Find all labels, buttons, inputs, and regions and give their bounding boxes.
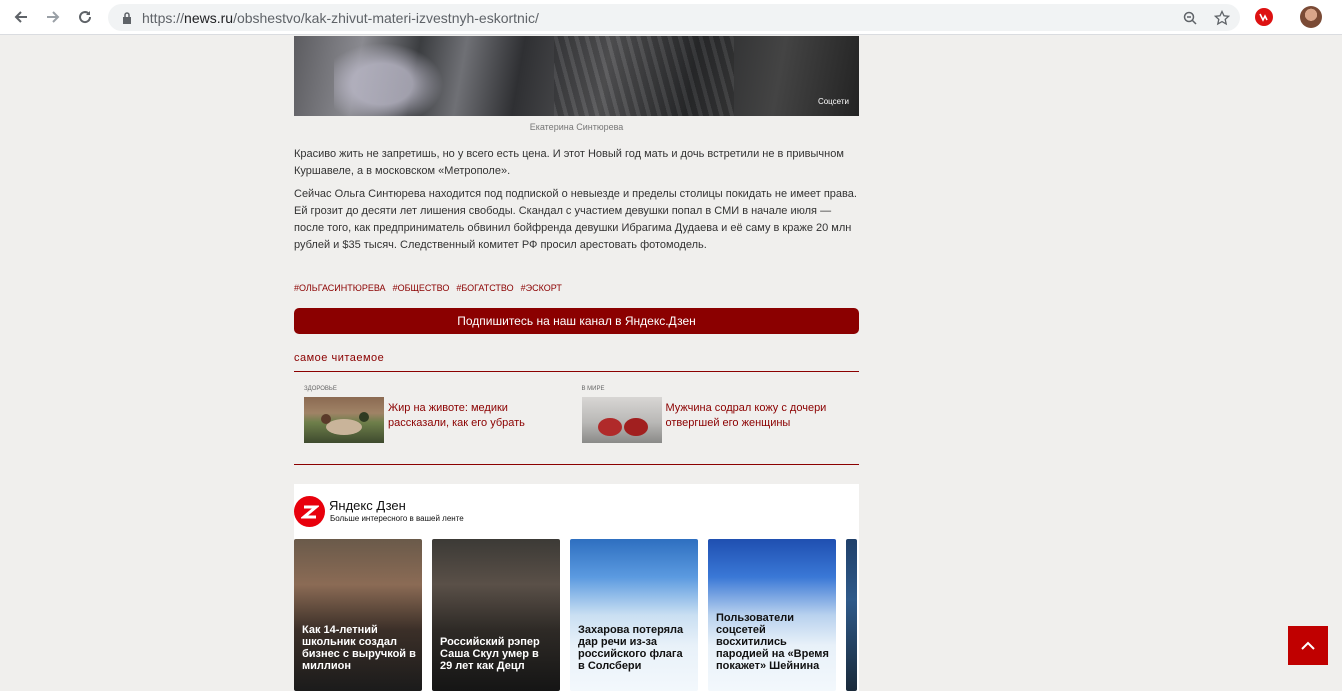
article-body: Соцсети Екатерина Синтюрева Красиво жить… [294, 36, 859, 465]
back-arrow-icon[interactable] [9, 5, 33, 29]
article-photo: Соцсети [294, 36, 859, 116]
photo-caption: Екатерина Синтюрева [529, 122, 624, 132]
zen-card-title[interactable]: Как 14-летний школьник создал бизнес с в… [302, 624, 416, 672]
zen-card-title[interactable]: Захарова потеряла дар речи из-за российс… [578, 624, 692, 672]
url-text: https://news.ru/obshestvo/kak-zhivut-mat… [142, 9, 539, 26]
zen-card-title[interactable]: Российский рэпер Саша Скул умер в 29 лет… [440, 636, 554, 672]
tag-link[interactable]: #ОБЩЕСТВО [393, 283, 450, 293]
tag-link[interactable]: #ЭСКОРТ [521, 283, 562, 293]
subscribe-zen-button[interactable]: Подпишитесь на наш канал в Яндекс.Дзен [294, 308, 859, 334]
zen-card-row: Как 14-летний школьник создал бизнес с в… [294, 539, 857, 691]
article-paragraph: Красиво жить не запретишь, но у всего ес… [294, 148, 844, 177]
chevron-up-icon [1301, 641, 1315, 650]
lock-icon [120, 11, 134, 25]
address-bar[interactable]: https://news.ru/obshestvo/kak-zhivut-mat… [108, 4, 1240, 31]
zen-card[interactable]: Пользователи соцсетей восхитились пароди… [708, 539, 836, 691]
zen-card[interactable]: Захарова потеряла дар речи из-за российс… [570, 539, 698, 691]
most-read-item[interactable]: ЗДОРОВЬЕ Жир на животе: медики рассказал… [304, 386, 582, 464]
article-paragraph: Сейчас Ольга Синтюрева находится под под… [294, 188, 857, 251]
item-thumbnail[interactable] [581, 397, 662, 443]
item-headline[interactable]: Мужчина содрал кожу с дочери отвергшей е… [666, 401, 836, 431]
item-headline[interactable]: Жир на животе: медики рассказали, как ег… [388, 401, 558, 431]
most-read-list: ЗДОРОВЬЕ Жир на животе: медики рассказал… [294, 372, 859, 464]
divider [294, 464, 859, 465]
tag-list: #ОЛЬГАСИНТЮРЕВА #ОБЩЕСТВО #БОГАТСТВО #ЭС… [294, 283, 859, 293]
zen-title[interactable]: Яндекс Дзен [329, 498, 406, 513]
most-read-item[interactable]: В МИРЕ Мужчина содрал кожу с дочери отве… [581, 386, 860, 464]
profile-avatar[interactable] [1300, 6, 1322, 28]
extension-icon[interactable] [1255, 8, 1273, 26]
tag-link[interactable]: #БОГАТСТВО [456, 283, 513, 293]
item-category: В МИРЕ [581, 386, 605, 392]
zen-widget: Яндекс Дзен Больше интересного в вашей л… [294, 484, 859, 691]
reload-icon[interactable] [73, 5, 97, 29]
zen-card[interactable]: Российский рэпер Саша Скул умер в 29 лет… [432, 539, 560, 691]
item-thumbnail[interactable] [304, 397, 384, 443]
tag-link[interactable]: #ОЛЬГАСИНТЮРЕВА [294, 283, 386, 293]
browser-toolbar: https://news.ru/obshestvo/kak-zhivut-mat… [0, 0, 1342, 35]
item-category: ЗДОРОВЬЕ [304, 386, 337, 392]
zen-subtitle: Больше интересного в вашей ленте [330, 514, 464, 523]
scroll-to-top-button[interactable] [1288, 626, 1328, 665]
zoom-icon[interactable] [1180, 8, 1200, 28]
zen-card[interactable] [846, 539, 857, 691]
photo-credit: Соцсети [817, 97, 849, 106]
star-icon[interactable] [1212, 8, 1232, 28]
zen-card-title[interactable]: Пользователи соцсетей восхитились пароди… [716, 612, 830, 672]
zen-card[interactable]: Как 14-летний школьник создал бизнес с в… [294, 539, 422, 691]
forward-arrow-icon[interactable] [41, 5, 65, 29]
zen-logo-icon[interactable] [294, 496, 325, 527]
most-read-heading: самое читаемое [294, 352, 385, 364]
